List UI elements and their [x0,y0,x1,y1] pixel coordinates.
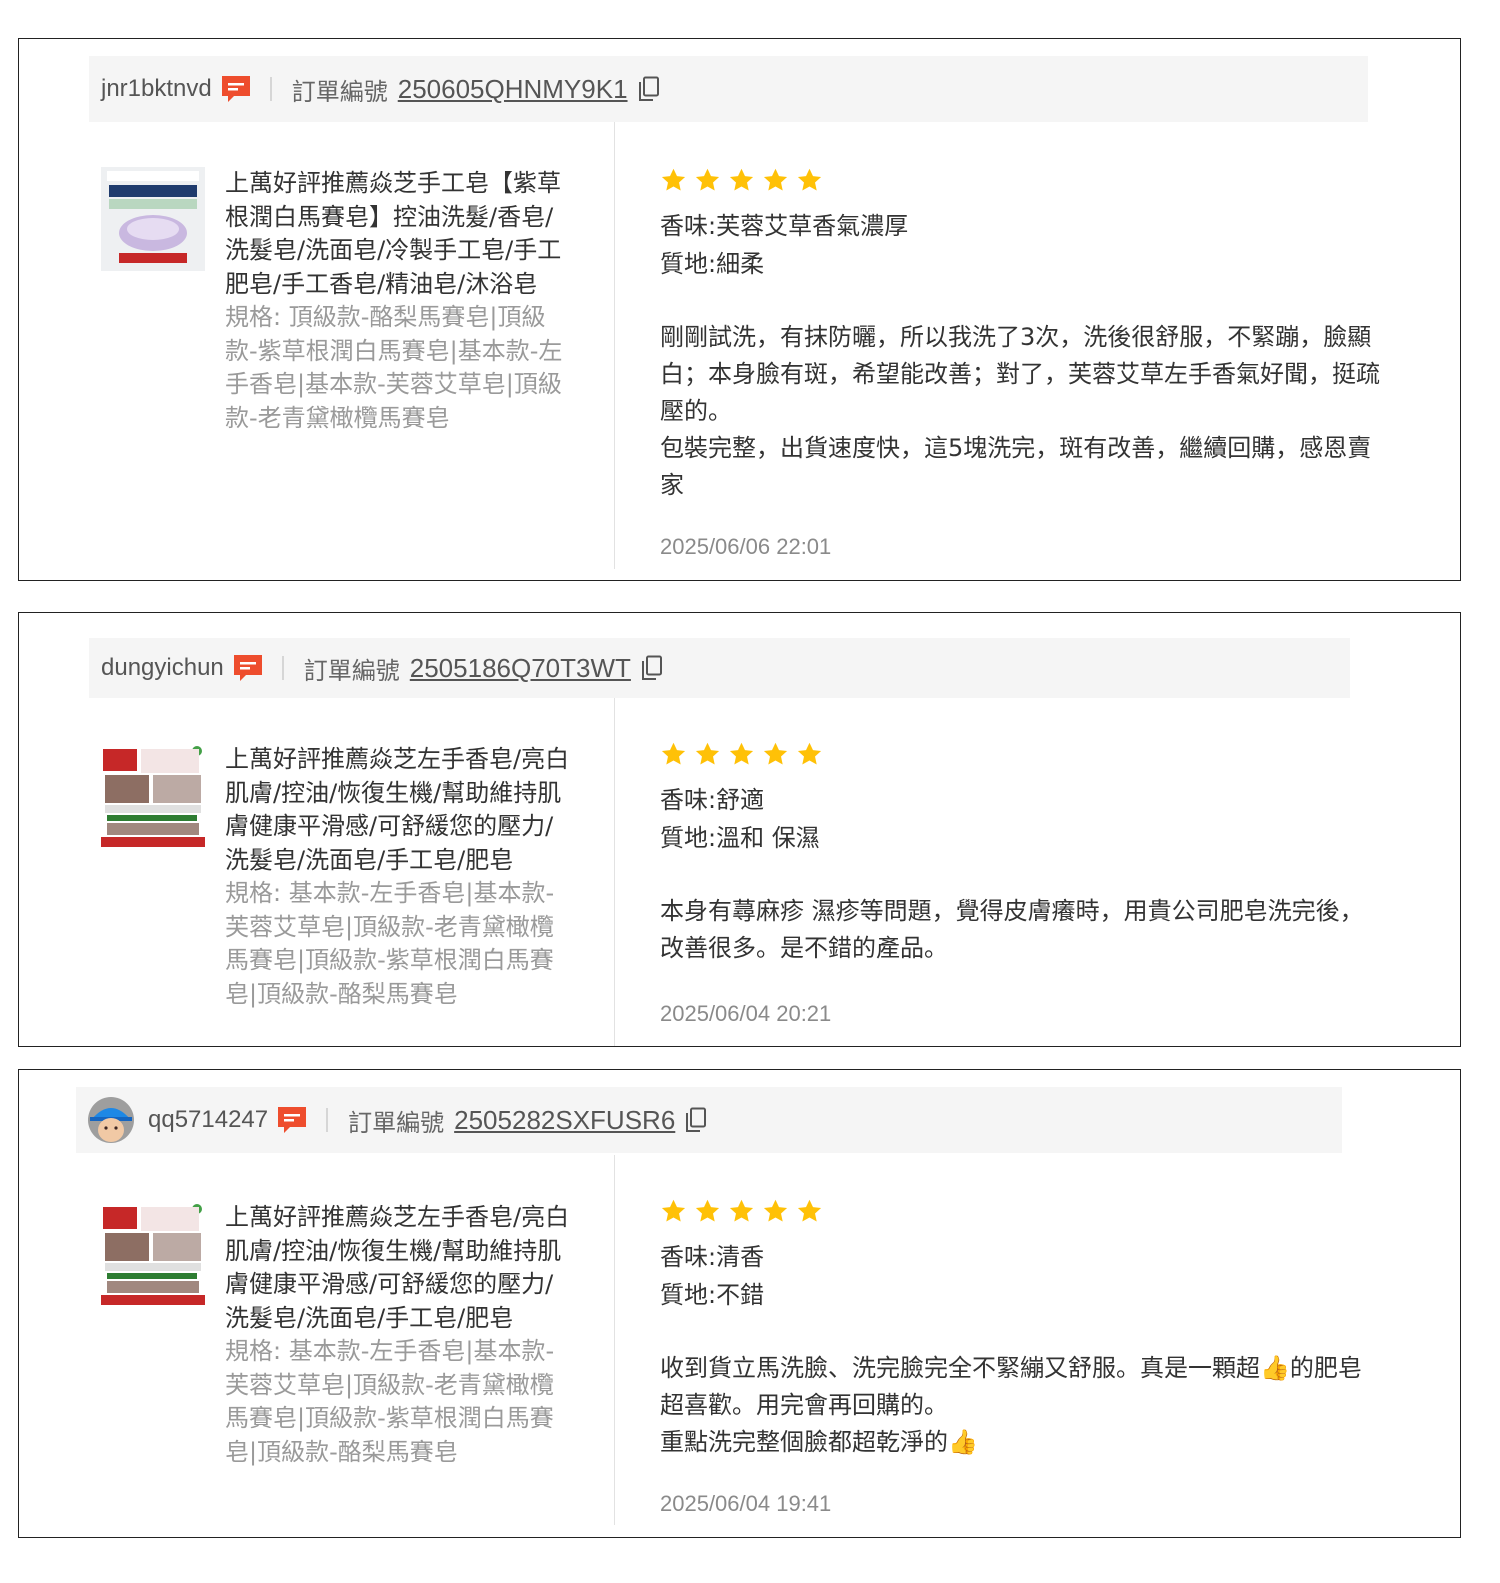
star-icon [661,742,686,765]
scent-attribute: 香味:清香 [660,1243,765,1271]
product-name[interactable]: 上萬好評推薦焱芝手工皂【紫草根潤白馬賽皂】控油洗髮/香皂/洗髮皂/洗面皂/冷製手… [225,167,575,301]
column-divider [614,1155,615,1525]
product-info: 上萬好評推薦焱芝手工皂【紫草根潤白馬賽皂】控油洗髮/香皂/洗髮皂/洗面皂/冷製手… [225,167,575,435]
review-date: 2025/06/06 22:01 [660,534,832,559]
product-info: 上萬好評推薦焱芝左手香皂/亮白肌膚/控油/恢復生機/幫助維持肌膚健康平滑感/可舒… [225,743,575,1027]
review-date: 2025/06/04 20:21 [660,1001,832,1026]
star-icon [763,742,788,765]
texture-attribute: 質地:細柔 [660,250,765,278]
star-icon [729,1199,754,1222]
order-label: 訂單編號 [291,77,388,106]
star-icon [763,1199,788,1222]
review-date: 2025/06/04 19:41 [660,1491,832,1516]
scent-attribute: 香味:芙蓉艾草香氣濃厚 [660,212,909,240]
chat-icon[interactable] [232,653,264,683]
order-number-link[interactable]: 250605QHNMY9K1 [398,74,628,105]
rating-stars [660,167,1380,197]
review-header: qq5714247 訂單編號 2505282SXFUSR6 [76,1087,1342,1153]
username[interactable]: jnr1bktnvd [101,75,212,103]
product-variation: 規格: 基本款-左手香皂|基本款-芙蓉艾草皂|頂級款-老青黛橄欖馬賽皂|頂級款-… [225,879,555,1008]
star-icon [729,742,754,765]
copy-icon[interactable] [685,1107,707,1133]
star-icon [695,742,720,765]
review-comment: 剛剛試洗，有抹防曬，所以我洗了3次，洗後很舒服，不緊蹦，臉顯白；本身臉有斑，希望… [660,323,1380,499]
review-comment: 本身有蕁麻疹 濕疹等問題，覺得皮膚癢時，用貴公司肥皂洗完後，改善很多。是不錯的產… [660,897,1364,962]
star-icon [695,1199,720,1222]
star-icon [661,168,686,191]
product-thumbnail[interactable] [101,743,205,847]
star-icon [797,1199,822,1222]
product-info: 上萬好評推薦焱芝左手香皂/亮白肌膚/控油/恢復生機/幫助維持肌膚健康平滑感/可舒… [225,1201,575,1469]
product-thumbnail[interactable] [101,1201,205,1305]
order-number-link[interactable]: 2505186Q70T3WT [410,653,631,684]
review-comment: 收到貨立馬洗臉、洗完臉完全不緊繃又舒服。真是一顆超👍的肥皂超喜歡。用完會再回購的… [660,1354,1362,1456]
chat-icon[interactable] [276,1105,308,1135]
copy-icon[interactable] [641,655,663,681]
scent-attribute: 香味:舒適 [660,786,765,814]
review-content: 香味:芙蓉艾草香氣濃厚 質地:細柔 剛剛試洗，有抹防曬，所以我洗了3次，洗後很舒… [660,167,1380,560]
texture-attribute: 質地:不錯 [660,1281,765,1309]
order-number-link[interactable]: 2505282SXFUSR6 [454,1105,675,1136]
star-icon [695,168,720,191]
order-label: 訂單編號 [303,656,400,685]
divider [281,656,284,680]
review-header: jnr1bktnvd 訂單編號 250605QHNMY9K1 [89,56,1368,122]
star-icon [729,168,754,191]
review-content: 香味:清香 質地:不錯 收到貨立馬洗臉、洗完臉完全不緊繃又舒服。真是一顆超👍的肥… [660,1198,1380,1517]
review-card: jnr1bktnvd 訂單編號 250605QHNMY9K1 上萬好評推薦焱芝手… [18,38,1461,581]
avatar[interactable] [88,1097,134,1143]
product-name[interactable]: 上萬好評推薦焱芝左手香皂/亮白肌膚/控油/恢復生機/幫助維持肌膚健康平滑感/可舒… [225,1201,575,1335]
texture-attribute: 質地:溫和 保濕 [660,824,820,852]
username[interactable]: qq5714247 [148,1106,268,1134]
review-card: dungyichun 訂單編號 2505186Q70T3WT 上萬好評推薦焱芝左… [18,612,1461,1047]
product-variation: 規格: 基本款-左手香皂|基本款-芙蓉艾草皂|頂級款-老青黛橄欖馬賽皂|頂級款-… [225,1337,555,1466]
star-icon [763,168,788,191]
username[interactable]: dungyichun [101,654,224,682]
star-icon [797,168,822,191]
column-divider [614,698,615,1046]
column-divider [614,122,615,569]
divider [326,1108,329,1132]
review-header: dungyichun 訂單編號 2505186Q70T3WT [89,638,1350,698]
rating-stars [660,1198,1380,1228]
star-icon [797,742,822,765]
review-card: qq5714247 訂單編號 2505282SXFUSR6 上萬好評推薦焱芝左手… [18,1069,1461,1538]
copy-icon[interactable] [638,76,660,102]
star-icon [661,1199,686,1222]
rating-stars [660,741,1380,771]
order-label: 訂單編號 [348,1108,445,1137]
review-content: 香味:舒適 質地:溫和 保濕 本身有蕁麻疹 濕疹等問題，覺得皮膚癢時，用貴公司肥… [660,741,1380,1027]
chat-icon[interactable] [220,74,252,104]
divider [269,77,272,101]
product-thumbnail[interactable] [101,167,205,271]
product-name[interactable]: 上萬好評推薦焱芝左手香皂/亮白肌膚/控油/恢復生機/幫助維持肌膚健康平滑感/可舒… [225,743,575,877]
product-variation: 規格: 頂級款-酪梨馬賽皂|頂級款-紫草根潤白馬賽皂|基本款-左手香皂|基本款-… [225,303,563,432]
